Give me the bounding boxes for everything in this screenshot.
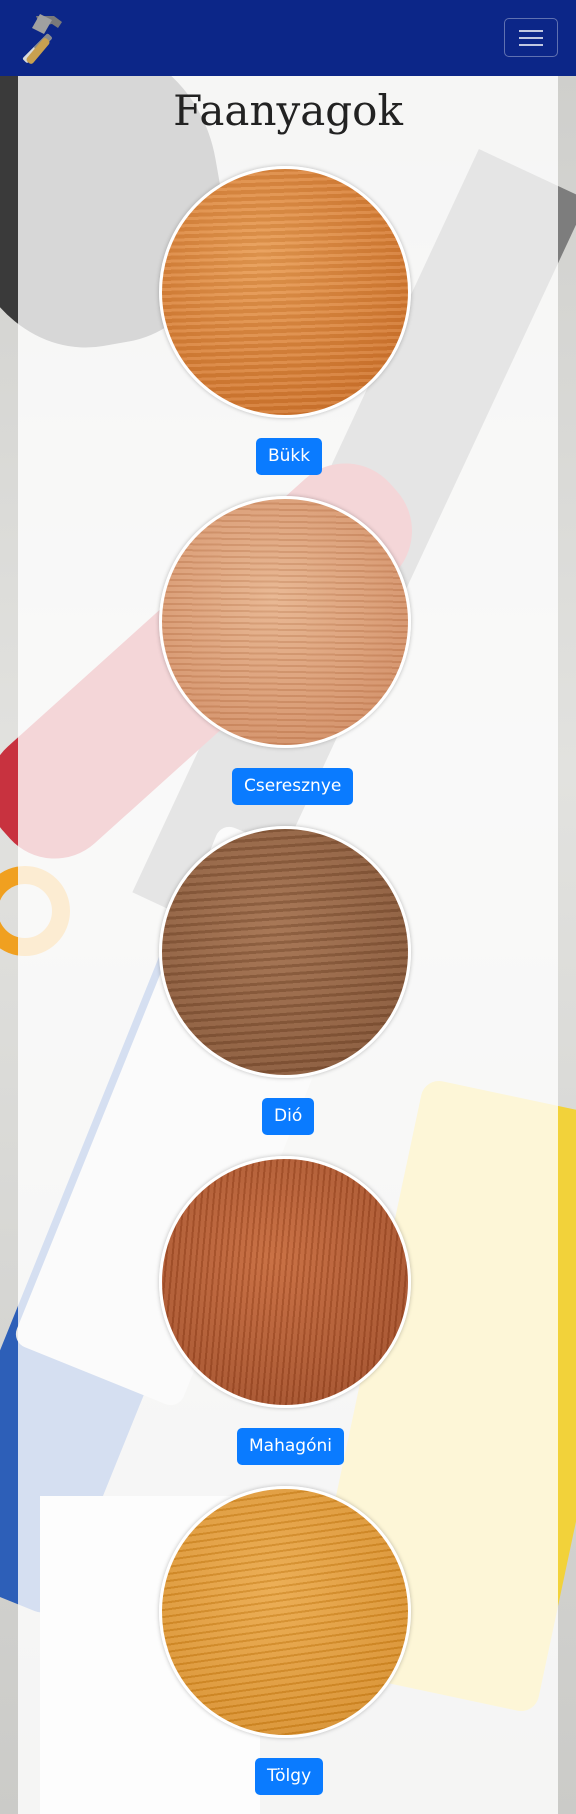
wood-button-cherry[interactable]: Cseresznye <box>232 768 354 805</box>
wood-item-mahogany: Mahagóni <box>18 1156 558 1486</box>
wood-button-mahogany[interactable]: Mahagóni <box>237 1428 344 1465</box>
wood-image-walnut <box>159 826 411 1078</box>
wood-button-beech[interactable]: Bükk <box>256 438 323 475</box>
navbar <box>0 0 576 76</box>
wood-image-oak <box>159 1486 411 1738</box>
navbar-toggler-button[interactable] <box>504 18 558 57</box>
hammer-icon <box>22 14 62 64</box>
wood-item-cherry: Cseresznye <box>18 496 558 826</box>
wood-item-walnut: Dió <box>18 826 558 1156</box>
wood-button-walnut[interactable]: Dió <box>262 1098 315 1135</box>
main-panel: Faanyagok Bükk Cseresznye Dió Mahagóni T… <box>18 76 558 1814</box>
brand-logo[interactable] <box>14 12 68 64</box>
wood-image-cherry <box>159 496 411 748</box>
hamburger-icon <box>519 30 543 32</box>
wood-button-oak[interactable]: Tölgy <box>255 1758 324 1795</box>
wood-item-beech: Bükk <box>18 166 558 496</box>
wood-image-beech <box>159 166 411 418</box>
wood-item-oak: Tölgy <box>18 1486 558 1814</box>
page-title: Faanyagok <box>173 86 403 135</box>
wood-image-mahogany <box>159 1156 411 1408</box>
